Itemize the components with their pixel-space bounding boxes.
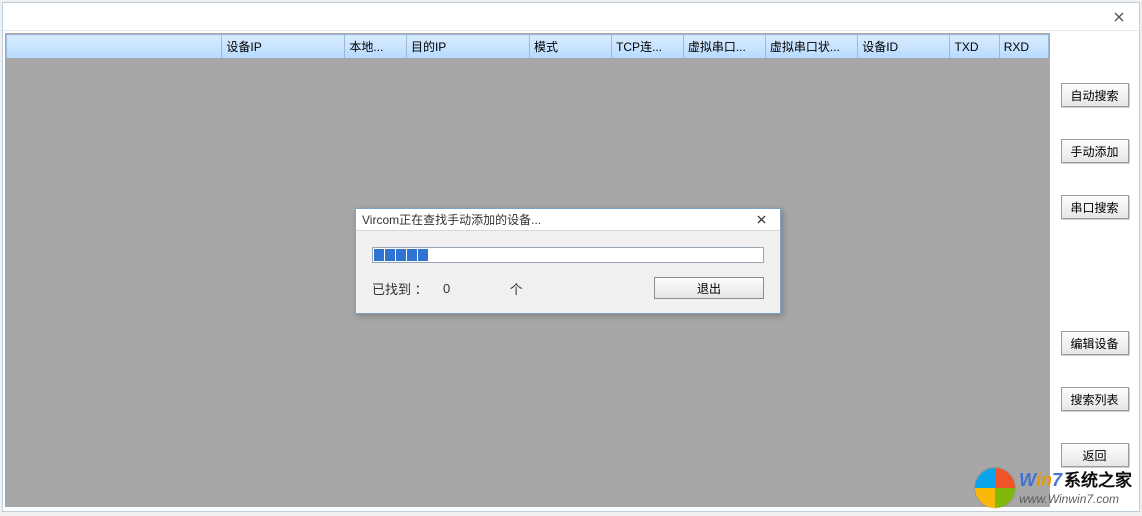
progress-empty [429,249,762,261]
status-row: 已找到 ： 0 个 退出 [372,277,764,299]
watermark-letter: W [1019,470,1036,490]
watermark-text: Win7系统之家 www.Winwin7.com [1019,470,1132,506]
auto-search-button[interactable]: 自动搜索 [1061,83,1129,107]
col-mode[interactable]: 模式 [530,35,612,59]
watermark-letter: n [1041,470,1052,490]
found-label: 已找到 ： [372,279,428,298]
col-device-id[interactable]: 设备ID [858,35,950,59]
back-button[interactable]: 返回 [1061,443,1129,467]
watermark-logo-icon [975,468,1015,508]
edit-device-button[interactable]: 编辑设备 [1061,331,1129,355]
col-txd[interactable]: TXD [950,35,999,59]
search-progress-bar [372,247,764,263]
progress-segment [374,249,384,261]
found-unit: 个 [510,279,523,298]
col-device-ip[interactable]: 设备IP [222,35,345,59]
dialog-title-text: Vircom正在查找手动添加的设备... [362,211,748,228]
col-index[interactable] [7,35,222,59]
close-icon [757,215,766,224]
col-vcom[interactable]: 虚拟串口... [683,35,765,59]
table-header-row: 设备IP 本地... 目的IP 模式 TCP连... 虚拟串口... 虚拟串口状… [7,35,1049,59]
col-tcp[interactable]: TCP连... [612,35,684,59]
progress-segment [396,249,406,261]
window-title-bar [3,3,1139,31]
exit-button[interactable]: 退出 [654,277,764,299]
dialog-close-button[interactable] [748,209,774,230]
dialog-body: 已找到 ： 0 个 退出 [356,231,780,313]
col-rxd[interactable]: RXD [999,35,1048,59]
progress-segment [385,249,395,261]
serial-search-button[interactable]: 串口搜索 [1061,195,1129,219]
search-list-button[interactable]: 搜索列表 [1061,387,1129,411]
device-table: 设备IP 本地... 目的IP 模式 TCP连... 虚拟串口... 虚拟串口状… [6,34,1049,59]
search-progress-dialog: Vircom正在查找手动添加的设备... 已找到 ： 0 个 退出 [355,208,781,314]
col-dest-ip[interactable]: 目的IP [406,35,529,59]
col-vcom-status[interactable]: 虚拟串口状... [765,35,857,59]
progress-segment [418,249,428,261]
col-local[interactable]: 本地... [345,35,407,59]
sidebar: 自动搜索 手动添加 串口搜索 编辑设备 搜索列表 返回 [1050,31,1139,509]
dialog-title-bar[interactable]: Vircom正在查找手动添加的设备... [356,209,780,231]
progress-segment [407,249,417,261]
watermark-url: www.Winwin7.com [1019,492,1132,506]
close-icon [1114,12,1124,22]
watermark-letter: 7 [1052,470,1062,490]
manual-add-button[interactable]: 手动添加 [1061,139,1129,163]
window-close-button[interactable] [1099,3,1139,30]
watermark-brand: Win7系统之家 [1019,470,1132,492]
found-count: 0 [432,281,462,296]
watermark-cn: 系统之家 [1064,471,1132,490]
watermark: Win7系统之家 www.Winwin7.com [975,468,1132,508]
